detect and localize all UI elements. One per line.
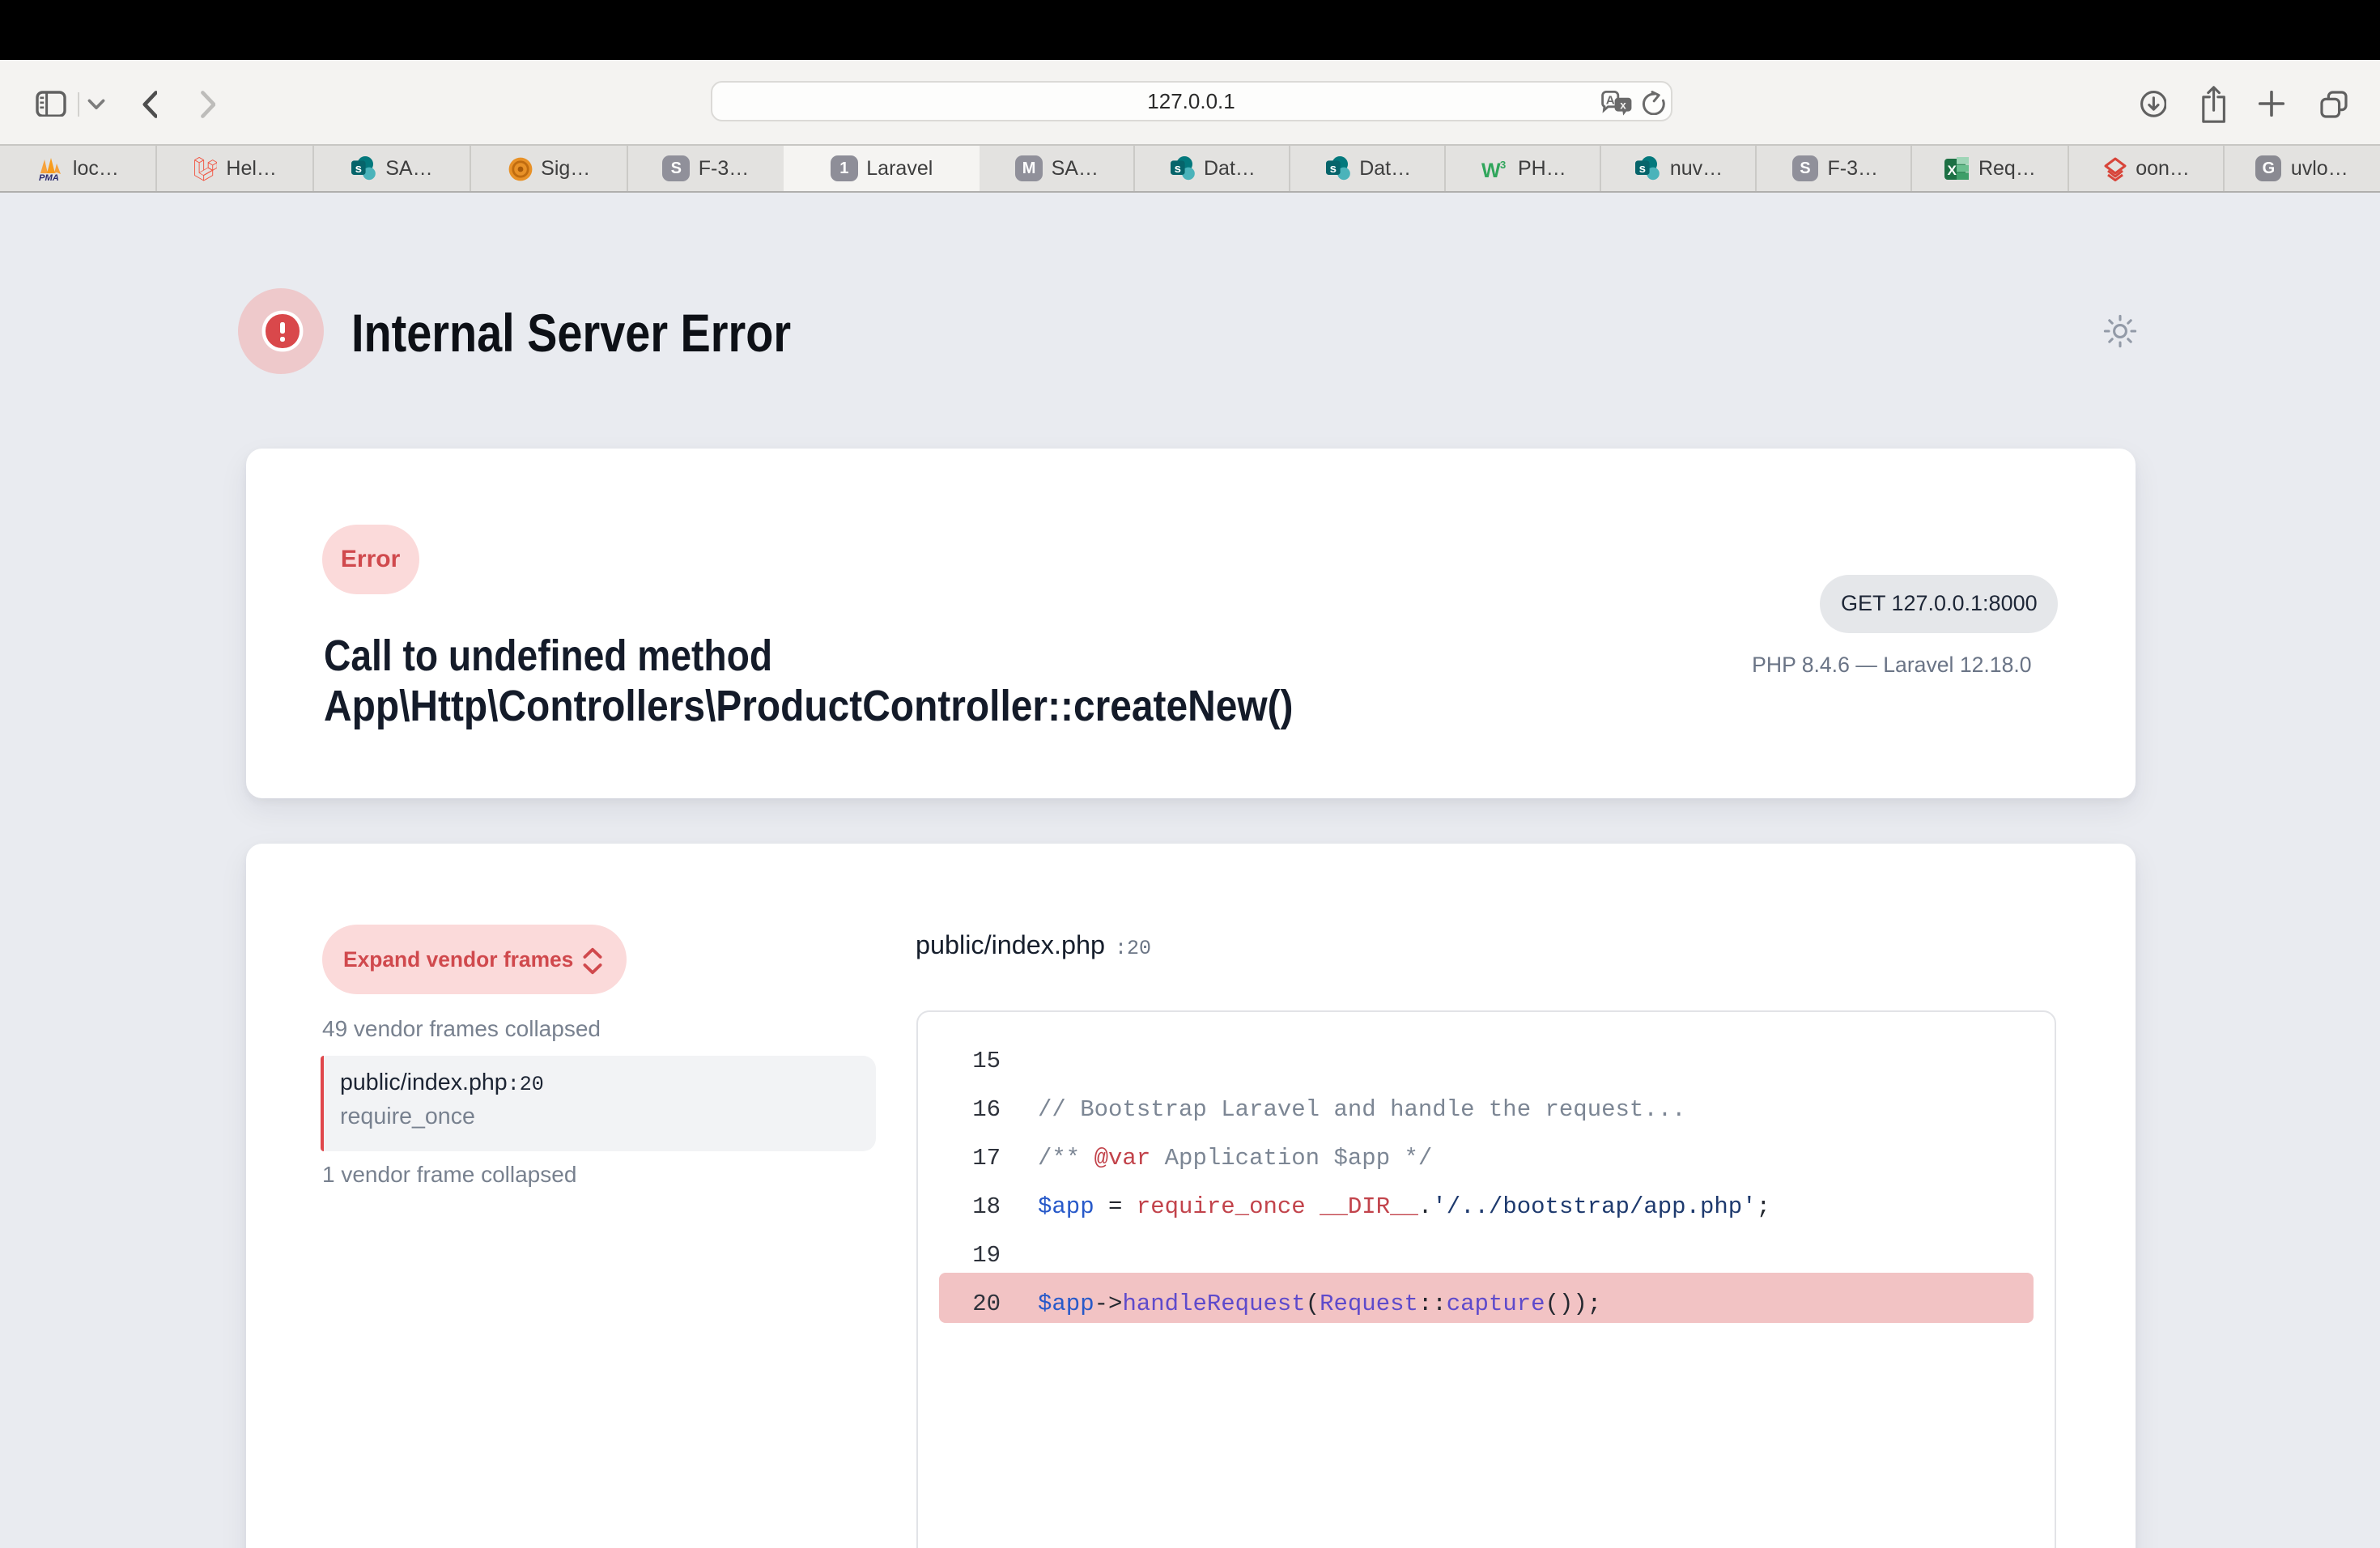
svg-text:s: s (1329, 163, 1336, 176)
svg-text:s: s (1640, 163, 1647, 176)
svg-text:X: X (1948, 162, 1957, 177)
svg-text:s: s (1174, 163, 1180, 176)
svg-text:W: W (1481, 159, 1501, 179)
svg-text:x: x (1619, 99, 1626, 111)
svg-text:A: A (1605, 93, 1614, 107)
svg-text:3: 3 (1500, 158, 1506, 170)
svg-text:s: s (355, 163, 362, 176)
svg-text:PMA: PMA (40, 172, 60, 181)
